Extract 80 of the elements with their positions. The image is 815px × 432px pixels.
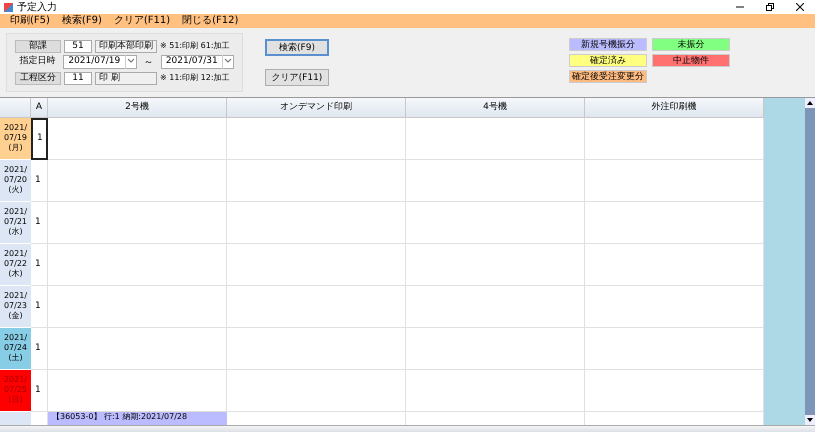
scroll-down-icon[interactable]	[805, 415, 815, 425]
table-cell[interactable]	[585, 370, 764, 412]
table-cell[interactable]	[585, 118, 764, 160]
table-cell[interactable]	[48, 244, 227, 286]
column-header: 2号機	[48, 98, 227, 118]
table-cell[interactable]: 1	[31, 118, 48, 160]
table-cell[interactable]	[406, 244, 585, 286]
schedule-entry[interactable]: 【36053-0】 行:1 納期:2021/07/28	[48, 412, 227, 425]
menu-item[interactable]: クリア(F11)	[114, 15, 170, 27]
table-cell[interactable]	[48, 118, 227, 160]
table-cell[interactable]	[48, 202, 227, 244]
app-icon	[4, 2, 13, 12]
table-cell[interactable]	[406, 286, 585, 328]
table-cell[interactable]: 1	[31, 202, 48, 244]
table-cell[interactable]: 1	[31, 286, 48, 328]
table-cell[interactable]	[48, 328, 227, 370]
horizontal-scrollbar[interactable]	[0, 425, 815, 432]
hint-text: ※ 11:印刷 12:加工	[160, 72, 230, 84]
name-field: 印 刷	[95, 72, 157, 84]
date-dropdown[interactable]: 2021/07/31	[160, 55, 234, 69]
table-cell[interactable]	[227, 328, 406, 370]
menu-item[interactable]: 印刷(F5)	[10, 15, 50, 27]
corner-header	[0, 98, 31, 118]
restore-icon[interactable]	[766, 2, 774, 11]
table-cell[interactable]: 1	[31, 370, 48, 412]
table-cell[interactable]	[227, 160, 406, 202]
date-row-header[interactable]: 2021/ 07/23 (金)	[0, 286, 31, 328]
date-row-header[interactable]: 2021/ 07/24 (土)	[0, 328, 31, 370]
search-button[interactable]: 検索(F9)	[265, 39, 329, 56]
caret-icon	[126, 58, 135, 64]
table-cell[interactable]	[585, 160, 764, 202]
scroll-up-icon[interactable]	[805, 98, 815, 108]
table-cell[interactable]	[406, 202, 585, 244]
table-cell[interactable]	[406, 370, 585, 412]
table-cell[interactable]	[227, 244, 406, 286]
clear-button[interactable]: クリア(F11)	[265, 69, 329, 86]
field-label[interactable]: 部課	[15, 40, 61, 52]
hint-text: ※ 51:印刷 61:加工	[160, 40, 230, 52]
name-field: 印刷本部印刷	[95, 40, 157, 52]
date-row-header[interactable]: 2021/ 07/21 (水)	[0, 202, 31, 244]
date-row-header[interactable]: 2021/ 07/22 (木)	[0, 244, 31, 286]
column-header: 4号機	[406, 98, 585, 118]
table-cell[interactable]: 1	[31, 328, 48, 370]
table-cell[interactable]	[227, 118, 406, 160]
table-cell[interactable]	[585, 202, 764, 244]
column-header: A	[31, 98, 48, 118]
range-separator: ～	[144, 56, 154, 70]
menu-item[interactable]: 検索(F9)	[62, 15, 102, 27]
table-cell[interactable]	[227, 202, 406, 244]
legend-item: 確定済み	[569, 54, 647, 67]
table-cell[interactable]	[585, 328, 764, 370]
legend-item: 新規号機振分	[569, 38, 647, 51]
table-cell[interactable]	[585, 244, 764, 286]
column-header: 外注印刷機	[585, 98, 764, 118]
table-cell[interactable]	[585, 286, 764, 328]
column-header: オンデマンド印刷	[227, 98, 406, 118]
table-cell[interactable]	[406, 328, 585, 370]
table-cell[interactable]	[48, 286, 227, 328]
legend-item: 確定後受注変更分	[569, 70, 647, 83]
code-field[interactable]: 51	[64, 40, 92, 52]
date-dropdown[interactable]: 2021/07/19	[63, 55, 137, 69]
date-row-header[interactable]: 2021/ 07/19 (月)	[0, 118, 31, 160]
window-title: 予定入力	[17, 0, 57, 14]
table-cell[interactable]: 1	[31, 160, 48, 202]
field-label: 指定日時	[18, 55, 57, 68]
menu-item[interactable]: 閉じる(F12)	[182, 15, 238, 27]
close-icon[interactable]	[796, 2, 804, 11]
table-cell[interactable]	[406, 118, 585, 160]
date-row-header[interactable]: 2021/ 07/20 (火)	[0, 160, 31, 202]
vertical-scrollbar[interactable]	[805, 98, 815, 425]
code-field[interactable]: 11	[64, 72, 92, 84]
table-cell[interactable]	[227, 286, 406, 328]
caret-icon	[224, 58, 232, 64]
legend-item: 未振分	[652, 38, 730, 51]
legend-item: 中止物件	[652, 54, 730, 67]
table-cell[interactable]: 1	[31, 244, 48, 286]
table-cell[interactable]	[48, 160, 227, 202]
table-cell[interactable]	[406, 160, 585, 202]
field-label[interactable]: 工程区分	[15, 72, 61, 84]
table-cell[interactable]	[227, 370, 406, 412]
